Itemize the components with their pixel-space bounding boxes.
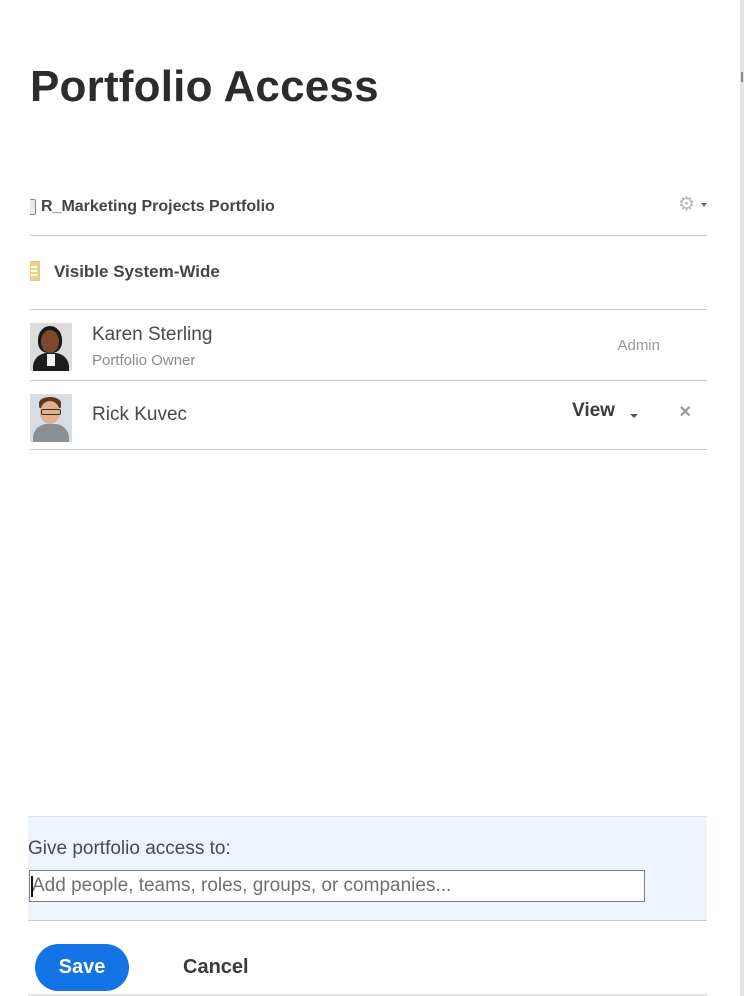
- page-title: Portfolio Access: [30, 62, 379, 111]
- avatar: [30, 394, 72, 442]
- person-row: Karen Sterling Portfolio Owner Admin: [30, 310, 707, 381]
- share-panel: Give portfolio access to:: [28, 816, 707, 921]
- text-cursor: [31, 876, 33, 897]
- access-level-value[interactable]: View: [572, 400, 615, 421]
- edge-handle: [741, 72, 743, 82]
- visibility-icon: [30, 261, 40, 281]
- share-input[interactable]: [29, 870, 645, 902]
- visibility-row: Visible System-Wide: [30, 236, 707, 310]
- visibility-label: Visible System-Wide: [54, 262, 220, 281]
- person-name: Rick Kuvec: [92, 404, 188, 425]
- person-row: Rick Kuvec View ×: [30, 381, 707, 450]
- access-level-dropdown[interactable]: View: [572, 400, 638, 424]
- window-edge: [740, 0, 744, 996]
- portfolio-row: R_Marketing Projects Portfolio ⚙: [30, 186, 707, 236]
- share-label: Give portfolio access to:: [28, 838, 231, 859]
- gear-icon[interactable]: ⚙: [678, 195, 695, 214]
- portfolio-icon: [30, 199, 36, 215]
- caret-down-icon[interactable]: [630, 414, 638, 418]
- avatar: [30, 323, 72, 371]
- portfolio-name: R_Marketing Projects Portfolio: [41, 198, 275, 215]
- cancel-button[interactable]: Cancel: [170, 944, 262, 991]
- caret-down-icon[interactable]: [701, 203, 707, 207]
- close-icon[interactable]: ×: [679, 402, 691, 422]
- person-name: Karen Sterling: [92, 324, 213, 345]
- access-level-label: Admin: [617, 337, 660, 354]
- person-role: Portfolio Owner: [92, 352, 196, 369]
- save-button[interactable]: Save: [35, 944, 129, 991]
